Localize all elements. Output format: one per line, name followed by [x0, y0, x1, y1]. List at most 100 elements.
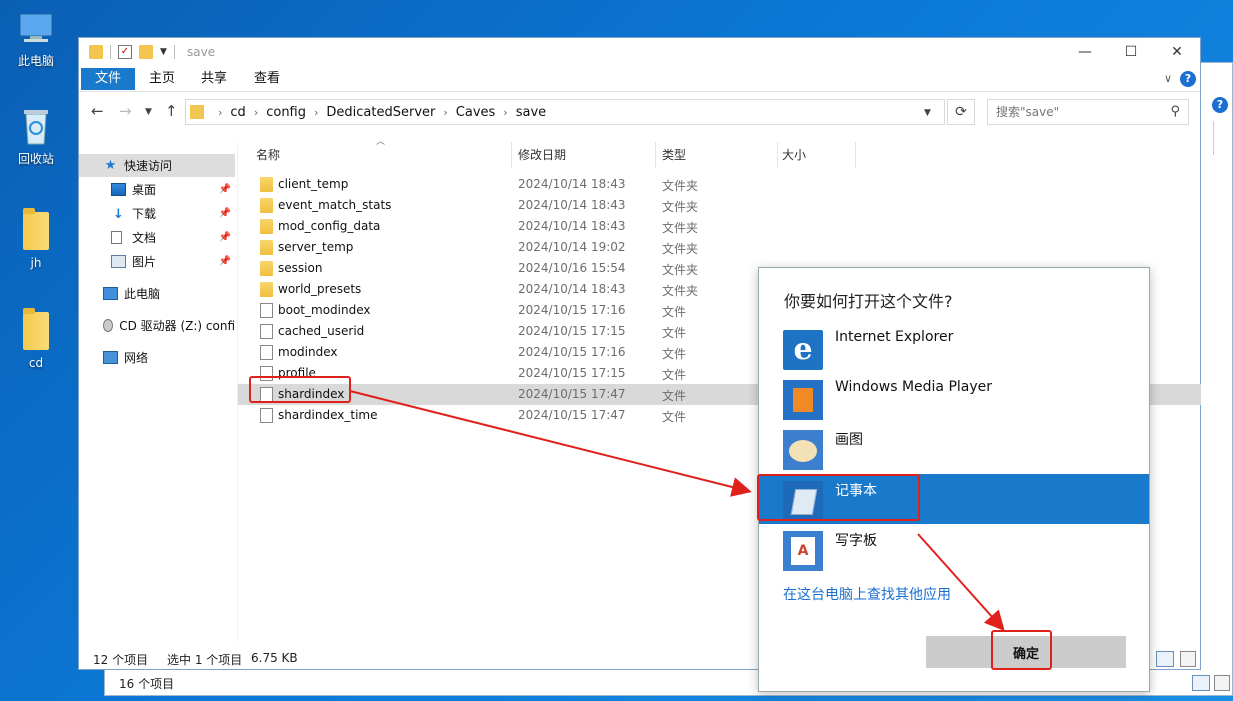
sidebar-item-label: 文档 [132, 231, 157, 245]
file-name: cached_userid [278, 324, 365, 338]
app-option-wordpad[interactable]: 写字板 [759, 524, 1149, 574]
sidebar-item-downloads[interactable]: ↓ 下载 📌 [79, 202, 235, 225]
pin-icon[interactable]: 📌 [219, 232, 231, 243]
tab-file[interactable]: 文件 [81, 68, 136, 90]
details-view-icon[interactable] [1192, 675, 1210, 691]
chevron-right-icon[interactable]: › [443, 106, 447, 119]
annotation-box-notepad [757, 474, 920, 521]
column-header-size[interactable]: 大小 [778, 142, 856, 168]
large-icons-view-icon[interactable] [1180, 651, 1196, 667]
sidebar-item-label: 桌面 [132, 183, 157, 197]
folder-icon [89, 45, 103, 59]
table-row[interactable]: event_match_stats 2024/10/14 18:43 文件夹 [238, 195, 1201, 216]
sidebar-item-label: 图片 [132, 255, 157, 269]
desktop-icon-jh[interactable]: jh [8, 208, 64, 270]
table-row[interactable]: server_temp 2024/10/14 19:02 文件夹 [238, 237, 1201, 258]
address-bar[interactable]: › cd › config › DedicatedServer › Caves … [185, 99, 945, 125]
folder-icon [260, 198, 273, 213]
recent-locations-icon[interactable]: ▼ [145, 107, 152, 117]
desktop-icon-this-pc[interactable]: 此电脑 [8, 8, 64, 69]
file-type: 文件 [662, 326, 687, 340]
breadcrumb-item[interactable]: save [516, 105, 546, 120]
up-arrow-icon[interactable]: ↑ [165, 102, 178, 120]
chevron-right-icon[interactable]: › [314, 106, 318, 119]
tab-share[interactable]: 共享 [187, 68, 241, 90]
help-icon[interactable]: ? [1212, 97, 1228, 113]
desktop-icon-recycle-bin[interactable]: 回收站 [8, 106, 64, 167]
file-name: shardindex_time [278, 408, 378, 422]
chevron-right-icon[interactable]: › [254, 106, 258, 119]
file-type: 文件 [662, 347, 687, 361]
desktop-icon-label: jh [30, 256, 42, 270]
forward-arrow-icon[interactable]: → [119, 102, 132, 120]
close-button[interactable]: ✕ [1154, 38, 1200, 66]
computer-icon [103, 287, 118, 300]
chevron-right-icon[interactable]: › [503, 106, 507, 119]
properties-icon[interactable]: ✓ [118, 45, 132, 59]
column-header-type[interactable]: 类型 [656, 142, 778, 168]
column-header-date[interactable]: 修改日期 [512, 142, 656, 168]
maximize-button[interactable]: ☐ [1108, 38, 1154, 66]
folder-icon [23, 308, 49, 350]
new-folder-icon[interactable] [139, 45, 153, 59]
table-row[interactable]: mod_config_data 2024/10/14 18:43 文件夹 [238, 216, 1201, 237]
file-icon [260, 303, 273, 318]
separator [110, 45, 111, 59]
folder-icon [260, 261, 273, 276]
folder-icon [190, 105, 204, 119]
sidebar-item-cd-drive[interactable]: CD 驱动器 (Z:) confi [79, 314, 235, 337]
sidebar-item-desktop[interactable]: 桌面 📌 [79, 178, 235, 201]
chevron-down-icon[interactable]: ▼ [160, 47, 167, 57]
file-icon [260, 408, 273, 423]
sidebar-item-quick-access[interactable]: ★ 快速访问 [79, 154, 235, 177]
minimize-button[interactable]: — [1062, 38, 1108, 66]
tab-home[interactable]: 主页 [135, 68, 189, 90]
sidebar-item-label: 此电脑 [124, 287, 161, 301]
sidebar-item-label: 快速访问 [124, 159, 173, 173]
breadcrumb-item[interactable]: cd [230, 105, 245, 120]
large-icons-view-icon[interactable] [1214, 675, 1230, 691]
search-box-edge [1213, 121, 1214, 155]
network-icon [103, 351, 118, 364]
navigation-bar: ← → ▼ ↑ › cd › config › DedicatedServer … [79, 92, 1200, 132]
chevron-down-icon[interactable]: ∨ [1164, 72, 1172, 85]
app-option-windows-media-player[interactable]: Windows Media Player [759, 373, 1149, 423]
sidebar-item-pictures[interactable]: 图片 📌 [79, 250, 235, 273]
breadcrumb-item[interactable]: DedicatedServer [326, 105, 435, 120]
sidebar-item-this-pc[interactable]: 此电脑 [79, 282, 235, 305]
help-icon[interactable]: ? [1180, 71, 1196, 87]
column-header-name[interactable]: 名称 [238, 142, 512, 168]
window-title: save [187, 45, 216, 59]
breadcrumb: › cd › config › DedicatedServer › Caves … [210, 105, 546, 120]
tab-view[interactable]: 查看 [240, 68, 294, 90]
refresh-button[interactable]: ⟳ [947, 99, 975, 125]
separator [173, 45, 175, 59]
file-name: modindex [278, 345, 338, 359]
document-icon [111, 231, 122, 244]
desktop-icon-label: 此电脑 [17, 54, 54, 68]
folder-icon [260, 177, 273, 192]
search-icon[interactable]: ⚲ [1170, 104, 1180, 119]
file-type: 文件夹 [662, 200, 699, 214]
annotation-box-ok [991, 630, 1052, 670]
sidebar-item-network[interactable]: 网络 [79, 346, 235, 369]
file-date: 2024/10/15 17:47 [518, 387, 626, 401]
pin-icon[interactable]: 📌 [219, 184, 231, 195]
app-name: 画图 [835, 432, 863, 448]
file-date: 2024/10/15 17:15 [518, 366, 626, 380]
search-box[interactable]: ⚲ [987, 99, 1189, 125]
back-arrow-icon[interactable]: ← [91, 102, 104, 120]
sidebar-item-documents[interactable]: 文档 📌 [79, 226, 235, 249]
find-other-apps-link[interactable]: 在这台电脑上查找其他应用 [783, 584, 951, 604]
breadcrumb-item[interactable]: config [266, 105, 306, 120]
app-option-internet-explorer[interactable]: e Internet Explorer [759, 323, 1149, 373]
app-option-paint[interactable]: 画图 [759, 423, 1149, 473]
desktop-icon-cd[interactable]: cd [8, 308, 64, 370]
table-row[interactable]: client_temp 2024/10/14 18:43 文件夹 [238, 174, 1201, 195]
search-input[interactable] [988, 100, 1158, 124]
pin-icon[interactable]: 📌 [219, 256, 231, 267]
chevron-down-icon[interactable]: ▼ [924, 108, 931, 118]
breadcrumb-item[interactable]: Caves [456, 105, 496, 120]
details-view-icon[interactable] [1156, 651, 1174, 667]
pin-icon[interactable]: 📌 [219, 208, 231, 219]
